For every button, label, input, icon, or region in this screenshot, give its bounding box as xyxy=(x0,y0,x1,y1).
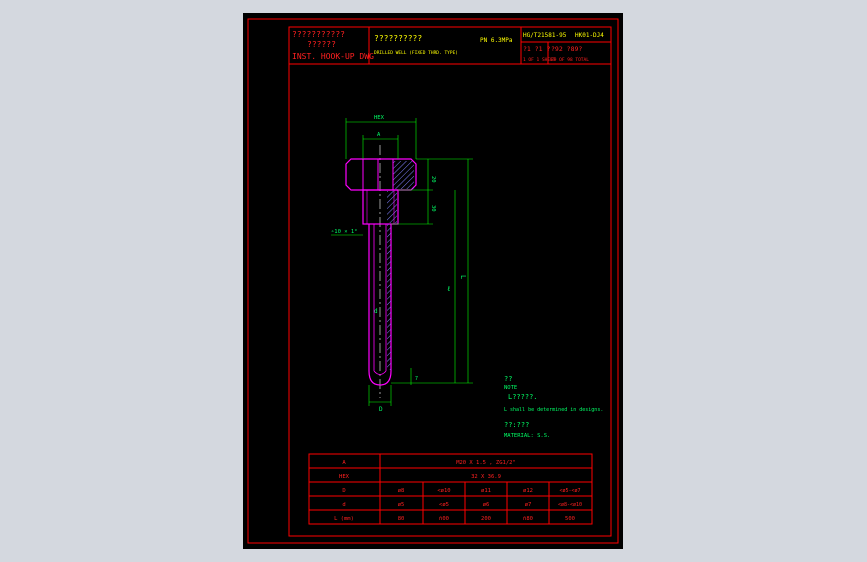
page-en: 89 OF 98 TOTAL xyxy=(551,57,589,63)
table-cell: <ø5 xyxy=(439,502,449,508)
table-cell: <ø5-<ø7 xyxy=(559,488,580,494)
table-cell: 32 X 36.9 xyxy=(471,474,501,480)
table-cell: ø5 xyxy=(398,502,405,508)
table-cell: ø12 xyxy=(523,488,533,494)
title-en: INST. HOOK-UP DWG xyxy=(292,52,374,61)
table-cell: 500 xyxy=(565,516,575,522)
desc-cn: ?????????? xyxy=(374,34,422,43)
table-row-label: d xyxy=(342,502,345,508)
dim-d-label: d xyxy=(374,308,378,315)
note-line-en: L shall be determined in designs. xyxy=(504,407,603,413)
dimension-labels: HEX A 20 30 ∘10 × 1° d ℓ L D 7 xyxy=(331,115,467,413)
dim-D-label: D xyxy=(379,406,383,413)
drawing-canvas: ??????????? ?????? INST. HOOK-UP DWG ???… xyxy=(243,13,623,549)
table-cell: ø8 xyxy=(398,488,405,494)
table-cell: <ø8-<ø10 xyxy=(558,502,582,508)
note-line-cn: L?????. xyxy=(508,393,538,401)
pressure-rating: PN 6.3MPa xyxy=(480,37,513,44)
table-cell: 80 xyxy=(398,516,405,522)
table-cell: 200 xyxy=(481,516,491,522)
dim-l-label: ℓ xyxy=(447,285,450,293)
standard-number: HG/T21581-95 xyxy=(523,32,567,39)
inner-frame xyxy=(288,26,612,537)
table-row-label: HEX xyxy=(339,474,350,480)
outer-frame xyxy=(247,18,619,544)
page-cn: ?92 ?89? xyxy=(551,45,582,53)
dim-L-label: L xyxy=(459,275,467,279)
dim-7-label: 7 xyxy=(415,376,418,382)
table-cell: ø11 xyxy=(481,488,491,494)
table-row-label: D xyxy=(342,488,345,494)
note-heading-cn: ?? xyxy=(504,375,512,383)
table-cell: ø6 xyxy=(483,502,490,508)
table-row-label: L (mm) xyxy=(334,516,354,522)
note-heading-en: NOTE xyxy=(504,385,517,391)
dim-30-label: 30 xyxy=(430,205,436,212)
dim-20-label: 20 xyxy=(430,176,436,183)
table-cell: ñ80 xyxy=(523,516,533,522)
title-block: ??????????? ?????? INST. HOOK-UP DWG ???… xyxy=(288,26,612,65)
drawing-svg: ??????????? ?????? INST. HOOK-UP DWG ???… xyxy=(247,18,619,544)
material-en: MATERIAL: S.S. xyxy=(504,433,550,439)
title-cn-2: ?????? xyxy=(307,40,336,49)
table-cell: <ø10 xyxy=(437,488,450,494)
desc-en: DRILLED WELL (FIXED THRD. TYPE) xyxy=(374,50,458,56)
table-cell: ñ00 xyxy=(439,516,449,522)
dimension-table: A M20 X 1.5 , ZG1/2" HEX 32 X 36.9 D ø8 … xyxy=(308,453,593,525)
table-cell: M20 X 1.5 , ZG1/2" xyxy=(456,460,516,466)
material-cn: ??:??? xyxy=(504,421,529,429)
drawing-number: HK01-DJ4 xyxy=(575,32,604,39)
dim-hex-label: HEX xyxy=(374,115,385,121)
thermowell-part xyxy=(345,158,417,386)
dim-a-label: A xyxy=(377,132,381,138)
sheet-cn: ?1 ?1 ? xyxy=(523,45,550,53)
dim-angle-label: ∘10 × 1° xyxy=(331,229,358,235)
table-cell: ø7 xyxy=(525,502,532,508)
title-cn-1: ??????????? xyxy=(292,30,345,39)
table-row-label: A xyxy=(342,460,346,466)
notes: ?? NOTE L?????. L shall be determined in… xyxy=(504,375,603,439)
